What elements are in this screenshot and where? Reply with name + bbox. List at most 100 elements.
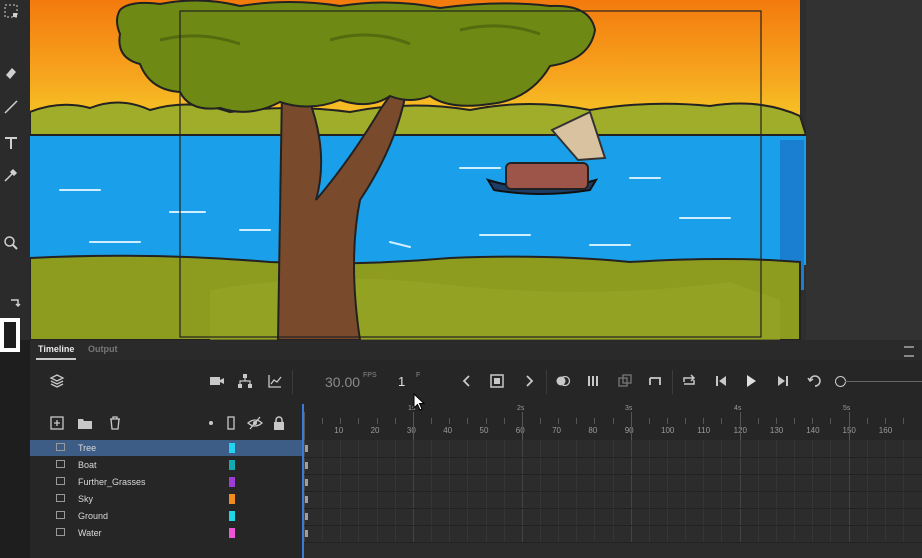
edit-multiple-frames-icon[interactable]	[585, 372, 603, 390]
ruler-frame-label: 60	[515, 426, 525, 435]
play-icon[interactable]	[742, 372, 760, 390]
zoom-icon[interactable]	[0, 232, 22, 254]
layer-row-further-grasses[interactable]: Further_Grasses	[30, 474, 302, 490]
layer-toolbar	[30, 404, 302, 444]
transform-icon[interactable]	[0, 0, 22, 22]
frame-row-line	[304, 474, 922, 475]
frame-row-line	[304, 525, 922, 526]
text-icon[interactable]	[0, 132, 22, 154]
lock-icon[interactable]	[270, 414, 288, 432]
timeline-ruler[interactable]: 1s 2s 3s 4s 5s 10 20 30 40 50 60 70 80 90 100 110 1…	[304, 404, 922, 441]
outline-icon[interactable]	[222, 414, 240, 432]
graph-icon[interactable]	[266, 372, 284, 390]
ruler-tick	[812, 418, 814, 424]
ruler-tick	[558, 418, 560, 424]
layer-row-sky[interactable]: Sky	[30, 491, 302, 507]
layer-color-swatch[interactable]	[229, 460, 235, 470]
delete-icon[interactable]	[106, 414, 124, 432]
create-classic-tween-icon[interactable]	[646, 372, 664, 390]
mouse-cursor-icon	[413, 393, 425, 411]
ruler-tick	[358, 418, 360, 424]
eraser-icon[interactable]	[0, 62, 22, 84]
layer-type-icon	[56, 494, 65, 502]
ruler-frame-label: 70	[552, 426, 561, 435]
separator	[672, 370, 673, 394]
ruler-tick	[902, 418, 904, 424]
fps-value[interactable]: 30.00	[325, 374, 360, 390]
current-frame[interactable]: 1	[398, 374, 405, 389]
layer-type-icon	[56, 477, 65, 485]
ruler-tick	[612, 418, 614, 424]
new-folder-icon[interactable]	[76, 414, 94, 432]
ruler-tick	[412, 412, 414, 440]
layer-color-swatch[interactable]	[229, 528, 235, 538]
new-layer-icon[interactable]	[48, 414, 66, 432]
ruler-frame-label: 140	[806, 426, 820, 435]
eyedropper-icon[interactable]	[0, 164, 22, 186]
prev-keyframe-icon[interactable]	[458, 372, 476, 390]
frame-row-line	[304, 457, 922, 458]
step-forward-icon[interactable]	[774, 372, 792, 390]
next-keyframe-icon[interactable]	[520, 372, 538, 390]
ruler-tick	[376, 418, 378, 424]
keyframe-marker[interactable]	[305, 445, 308, 452]
tools-toolbar	[0, 0, 30, 352]
ruler-tick	[394, 418, 396, 424]
layer-row-ground[interactable]: Ground	[30, 508, 302, 524]
hierarchy-icon[interactable]	[236, 372, 254, 390]
playhead[interactable]	[302, 404, 304, 558]
layer-row-tree[interactable]: Tree	[30, 440, 302, 456]
ruler-tick	[576, 418, 578, 424]
ruler-seconds: 3s	[625, 405, 633, 412]
panel-tabs: Timeline Output	[30, 340, 922, 361]
ruler-tick	[775, 418, 777, 424]
stroke-color-swatch[interactable]	[0, 318, 20, 352]
layer-name: Water	[78, 528, 102, 538]
camera-icon[interactable]	[208, 372, 226, 390]
frame-unit: F	[416, 372, 421, 379]
onion-skin-icon[interactable]	[554, 372, 572, 390]
stage[interactable]	[30, 0, 922, 340]
keyframe-marker[interactable]	[305, 479, 308, 486]
sync-symbols-icon[interactable]	[616, 372, 634, 390]
layer-color-swatch[interactable]	[229, 511, 235, 521]
line-icon[interactable]	[0, 96, 22, 118]
ruler-tick	[594, 418, 596, 424]
highlight-dot-icon[interactable]	[202, 414, 220, 432]
keyframe-marker[interactable]	[305, 462, 308, 469]
tab-timeline[interactable]: Timeline	[38, 344, 74, 354]
layer-row-boat[interactable]: Boat	[30, 457, 302, 473]
ruler-tick	[467, 418, 469, 424]
stage-artwork	[30, 0, 922, 340]
timeline-panel: Timeline Output 30.00 FPS 1 F Tree Boat …	[30, 340, 922, 558]
layer-color-swatch[interactable]	[229, 443, 235, 453]
zoom-slider-track[interactable]	[845, 381, 922, 382]
ruler-seconds: 4s	[734, 405, 742, 412]
ruler-frame-label: 100	[661, 426, 675, 435]
layer-row-water[interactable]: Water	[30, 525, 302, 541]
insert-keyframe-icon[interactable]	[488, 372, 506, 390]
layer-stack-icon[interactable]	[48, 372, 66, 390]
panel-menu-icon[interactable]	[904, 346, 914, 357]
layer-name: Tree	[78, 443, 97, 453]
ruler-tick	[503, 418, 505, 424]
ruler-tick	[630, 412, 632, 440]
ruler-tick	[521, 412, 523, 440]
step-back-icon[interactable]	[712, 372, 730, 390]
ruler-tick	[866, 418, 868, 424]
layer-color-swatch[interactable]	[229, 477, 235, 487]
loop-icon[interactable]	[680, 372, 698, 390]
layer-type-icon	[56, 443, 65, 451]
tab-output[interactable]: Output	[88, 344, 118, 354]
ruler-frame-label: 90	[624, 426, 634, 435]
ruler-tick	[340, 418, 342, 424]
keyframe-marker[interactable]	[305, 530, 308, 537]
keyframe-marker[interactable]	[305, 513, 308, 520]
layer-color-swatch[interactable]	[229, 494, 235, 504]
keyframe-marker[interactable]	[305, 496, 308, 503]
rewind-icon[interactable]	[806, 372, 824, 390]
visibility-icon[interactable]	[246, 414, 264, 432]
swap-icon[interactable]	[4, 292, 26, 314]
frame-grid[interactable]	[304, 440, 922, 558]
ruler-tick	[739, 412, 741, 440]
